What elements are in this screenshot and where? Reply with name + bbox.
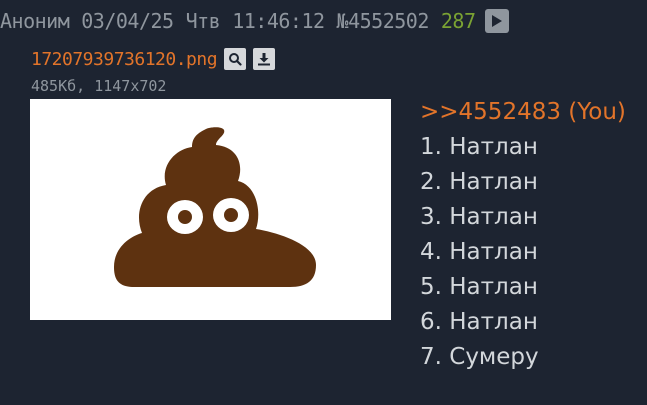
poop-emoji-image	[114, 127, 316, 287]
reply-count[interactable]: 287	[441, 9, 476, 33]
file-meta-separator: ,	[76, 77, 95, 95]
file-line: 17207939736120.png	[31, 46, 276, 72]
file-size: 485Кб	[31, 77, 77, 95]
message-line: 1. Натлан	[420, 134, 538, 160]
file-meta: 485Кб, 1147x702	[31, 77, 166, 95]
reply-link[interactable]: >>4552483 (You)	[420, 95, 626, 130]
play-icon	[492, 15, 503, 27]
message-line: 2. Натлан	[420, 169, 538, 195]
magnifier-icon	[229, 53, 242, 66]
image-thumbnail[interactable]	[30, 99, 391, 320]
message-line: 6. Натлан	[420, 309, 538, 335]
post-time: 11:46:12	[232, 9, 325, 33]
post-author: Аноним	[0, 9, 70, 33]
post-weekday: Чтв	[185, 9, 221, 33]
post-message: >>4552483 (You) 1. Натлан 2. Натлан 3. Н…	[420, 95, 626, 375]
file-dimensions: 1147x702	[94, 77, 167, 95]
download-button[interactable]	[253, 48, 276, 70]
download-icon	[258, 53, 271, 66]
file-name-link[interactable]: 17207939736120.png	[31, 49, 218, 70]
message-line: 4. Натлан	[420, 239, 538, 265]
message-line: 7. Сумеру	[420, 344, 539, 370]
image-search-button[interactable]	[224, 48, 247, 70]
message-line: 3. Натлан	[420, 204, 538, 230]
post-number[interactable]: №4552502	[337, 9, 430, 33]
post-date: 03/04/25	[81, 9, 174, 33]
play-button[interactable]	[485, 9, 510, 33]
message-line: 5. Натлан	[420, 274, 538, 300]
post-header: Аноним 03/04/25 Чтв 11:46:12 №4552502 28…	[0, 6, 510, 36]
